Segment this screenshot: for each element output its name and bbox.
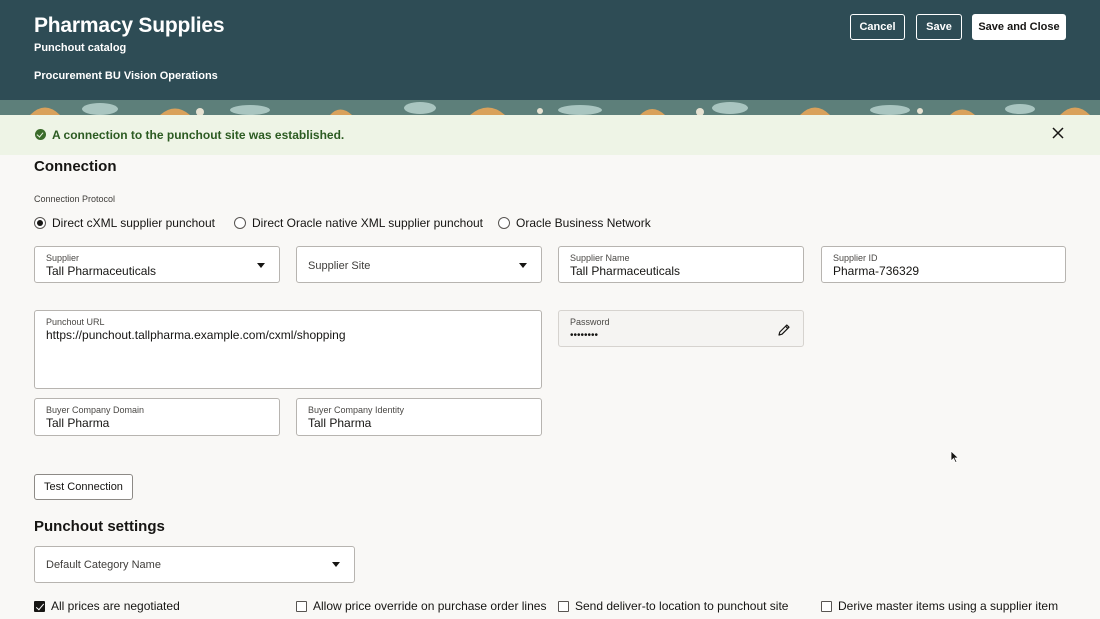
cancel-button[interactable]: Cancel — [850, 14, 905, 40]
checkbox[interactable] — [296, 600, 307, 612]
checkbox-send-deliver-to-location[interactable]: Send deliver-to location to punchout sit… — [558, 598, 788, 614]
chevron-down-icon[interactable] — [519, 263, 527, 268]
default-category-placeholder: Default Category Name — [46, 559, 161, 571]
connection-section-title: Connection — [34, 158, 117, 175]
buyer-company-domain-field[interactable]: Buyer Company Domain Tall Pharma — [34, 398, 280, 436]
radio-button[interactable] — [498, 217, 510, 229]
banner-message: A connection to the punchout site was es… — [52, 128, 345, 142]
checkbox[interactable] — [821, 600, 832, 612]
default-category-select[interactable]: Default Category Name — [34, 546, 355, 583]
radio-label: Oracle Business Network — [516, 216, 651, 230]
password-field[interactable]: Password •••••••• — [558, 310, 804, 347]
page-header: Pharmacy Supplies Punchout catalog Procu… — [0, 0, 1100, 115]
supplier-id-value: Pharma-736329 — [833, 264, 920, 278]
supplier-value: Tall Pharmaceuticals — [46, 264, 157, 278]
punchout-settings-section-title: Punchout settings — [34, 518, 165, 535]
pencil-icon[interactable] — [777, 323, 791, 337]
punchout-url-value: https://punchout.tallpharma.example.com/… — [46, 328, 346, 342]
password-value: •••••••• — [570, 330, 599, 341]
close-icon[interactable] — [1051, 126, 1065, 140]
radio-label: Direct Oracle native XML supplier puncho… — [252, 216, 483, 230]
buyer-company-domain-label: Buyer Company Domain — [46, 405, 145, 415]
radio-button[interactable] — [34, 217, 46, 229]
supplier-name-label: Supplier Name — [570, 253, 630, 263]
supplier-label: Supplier — [46, 253, 80, 263]
supplier-site-select[interactable]: Supplier Site — [296, 246, 542, 283]
supplier-id-label: Supplier ID — [833, 253, 878, 263]
checkbox[interactable] — [34, 600, 45, 612]
checkbox-derive-master-items[interactable]: Derive master items using a supplier ite… — [821, 598, 1058, 614]
page-title: Pharmacy Supplies — [34, 14, 225, 37]
checkbox-label: Derive master items using a supplier ite… — [838, 599, 1059, 613]
password-label: Password — [570, 317, 610, 327]
checkbox-label: Send deliver-to location to punchout sit… — [575, 599, 789, 613]
check-circle-icon — [35, 129, 46, 140]
buyer-company-domain-value: Tall Pharma — [46, 416, 110, 430]
page-subtitle: Punchout catalog — [34, 42, 127, 54]
checkbox-label: Allow price override on purchase order l… — [313, 599, 547, 613]
supplier-select[interactable]: Supplier Tall Pharmaceuticals — [34, 246, 280, 283]
supplier-name-value: Tall Pharmaceuticals — [570, 264, 681, 278]
buyer-company-identity-label: Buyer Company Identity — [308, 405, 405, 415]
chevron-down-icon[interactable] — [257, 263, 265, 268]
business-unit-label: Procurement BU Vision Operations — [34, 70, 218, 82]
header-decorative-pattern — [0, 100, 1100, 115]
mouse-pointer-icon — [950, 450, 960, 464]
connection-protocol-caption: Connection Protocol — [34, 194, 116, 204]
radio-label: Direct cXML supplier punchout — [52, 216, 215, 230]
radio-direct-cxml[interactable]: Direct cXML supplier punchout — [34, 215, 215, 231]
checkbox-label: All prices are negotiated — [51, 599, 180, 613]
punchout-url-label: Punchout URL — [46, 317, 105, 327]
supplier-site-placeholder: Supplier Site — [308, 260, 371, 272]
buyer-company-identity-field[interactable]: Buyer Company Identity Tall Pharma — [296, 398, 542, 436]
save-and-close-button[interactable]: Save and Close — [972, 14, 1066, 40]
radio-oracle-business-network[interactable]: Oracle Business Network — [498, 215, 651, 231]
save-button[interactable]: Save — [916, 14, 962, 40]
radio-button[interactable] — [234, 217, 246, 229]
supplier-id-field[interactable]: Supplier ID Pharma-736329 — [821, 246, 1066, 283]
checkbox-all-prices-negotiated[interactable]: All prices are negotiated — [34, 598, 180, 614]
chevron-down-icon[interactable] — [332, 562, 340, 567]
test-connection-button[interactable]: Test Connection — [34, 474, 133, 500]
radio-direct-oracle-native-xml[interactable]: Direct Oracle native XML supplier puncho… — [234, 215, 483, 231]
checkbox-allow-price-override[interactable]: Allow price override on purchase order l… — [296, 598, 546, 614]
supplier-name-field[interactable]: Supplier Name Tall Pharmaceuticals — [558, 246, 804, 283]
success-message-banner: A connection to the punchout site was es… — [0, 115, 1100, 155]
punchout-url-field[interactable]: Punchout URL https://punchout.tallpharma… — [34, 310, 542, 389]
checkbox[interactable] — [558, 600, 569, 612]
buyer-company-identity-value: Tall Pharma — [308, 416, 372, 430]
